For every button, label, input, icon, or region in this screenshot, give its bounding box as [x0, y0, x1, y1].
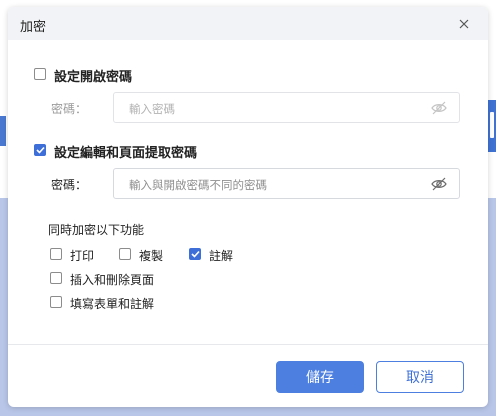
checkmark-icon: [190, 250, 200, 258]
open-password-label: 設定開啟密碼: [54, 70, 133, 85]
copy-checkbox[interactable]: [119, 248, 131, 260]
fill-sign-checkbox[interactable]: [50, 296, 62, 308]
open-password-placeholder: 輸入密碼: [129, 102, 175, 116]
eye-hidden-icon[interactable]: [431, 177, 447, 191]
checkmark-icon: [35, 146, 45, 154]
eye-hidden-icon[interactable]: [431, 101, 447, 115]
annotate-checkbox[interactable]: [189, 248, 201, 260]
dialog-header: 加密: [8, 7, 488, 40]
insert-delete-checkbox[interactable]: [50, 272, 62, 284]
dialog-title: 加密: [20, 20, 47, 35]
dialog-divider: [8, 344, 488, 345]
insert-delete-label: 插入和刪除頁面: [70, 273, 155, 287]
save-button[interactable]: 儲存: [276, 361, 364, 393]
edit-password-field[interactable]: 輸入與開啟密碼不同的密碼: [113, 168, 460, 199]
close-icon: [459, 19, 469, 29]
fill-sign-label: 填寫表單和註解: [70, 297, 155, 311]
open-password-checkbox[interactable]: [34, 68, 46, 80]
copy-label: 複製: [139, 249, 164, 263]
annotate-label: 註解: [209, 249, 234, 263]
print-label: 打印: [70, 249, 95, 263]
functions-heading: 同時加密以下功能: [48, 223, 145, 237]
close-button[interactable]: [454, 14, 474, 34]
edit-password-placeholder: 輸入與開啟密碼不同的密碼: [129, 178, 267, 192]
app-background-accent: [0, 116, 6, 146]
cancel-button[interactable]: 取消: [376, 361, 464, 393]
edit-password-checkbox[interactable]: [34, 144, 46, 156]
edit-password-label: 設定編輯和頁面提取密碼: [54, 146, 198, 161]
open-password-field-label: 密碼：: [51, 102, 88, 116]
encrypt-dialog: 加密 設定開啟密碼 密碼： 輸入密碼 設定編輯和頁面提取密碼 密碼： 輸入與開啟…: [8, 7, 488, 407]
app-background-accent-icon: [488, 100, 496, 152]
open-password-field[interactable]: 輸入密碼: [113, 92, 460, 123]
print-checkbox[interactable]: [50, 248, 62, 260]
edit-password-field-label: 密碼：: [51, 178, 88, 192]
